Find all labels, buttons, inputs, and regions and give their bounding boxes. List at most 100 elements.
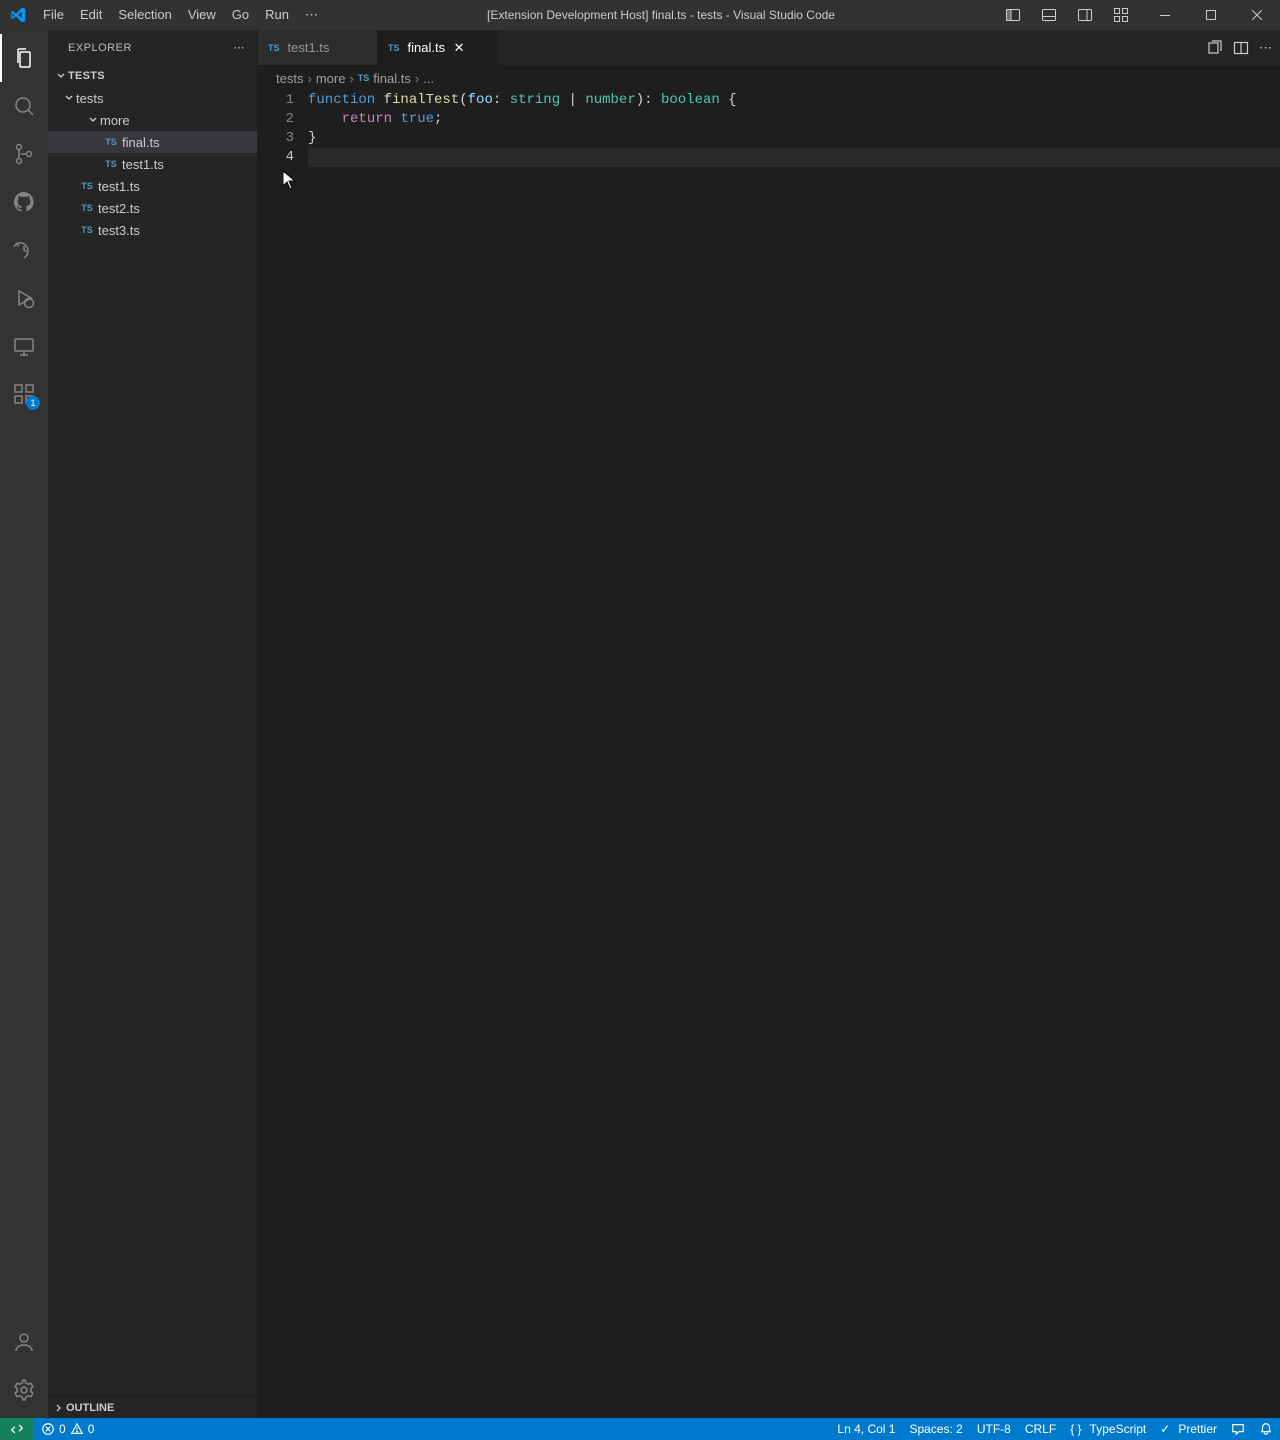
toggle-primary-sidebar-icon[interactable] [996,0,1030,30]
activity-explorer-icon[interactable] [0,34,48,82]
line-gutter: 1 2 3 4 [258,91,308,1418]
outline-section[interactable]: OUTLINE [48,1396,257,1418]
ts-file-icon: TS [100,159,122,169]
code-line[interactable]: return true; [308,110,1280,129]
vscode-logo-icon [0,7,35,23]
ts-file-icon: TS [100,137,122,147]
file-test1[interactable]: TS test1.ts [48,175,257,197]
file-final-ts[interactable]: TS final.ts [48,131,257,153]
split-editor-icon[interactable] [1233,40,1249,56]
breadcrumb-label: final.ts [373,71,411,86]
file-label: test3.ts [98,223,140,238]
file-test3[interactable]: TS test3.ts [48,219,257,241]
status-encoding[interactable]: UTF-8 [970,1418,1018,1440]
chevron-right-icon [52,1402,66,1414]
title-layout-actions [996,0,1142,30]
more-actions-icon[interactable]: ⋯ [1259,40,1272,56]
folder-more[interactable]: more [48,109,257,131]
activity-extensions-icon[interactable]: 1 [0,370,48,418]
ts-file-icon: TS [388,43,400,53]
code-line[interactable]: function finalTest(foo: string | number)… [308,91,1280,110]
line-number: 4 [258,148,294,167]
chevron-right-icon: › [307,71,311,86]
remote-indicator[interactable] [0,1418,34,1440]
title-bar: File Edit Selection View Go Run ⋯ [Exten… [0,0,1280,30]
tree-root-label: TESTS [68,70,105,82]
file-test1-nested[interactable]: TS test1.ts [48,153,257,175]
activity-bar: 1 [0,30,48,1418]
activity-search-icon[interactable] [0,82,48,130]
status-eol[interactable]: CRLF [1018,1418,1063,1440]
activity-timeline-icon[interactable] [0,226,48,274]
status-bell-icon[interactable] [1252,1418,1280,1440]
breadcrumb-file[interactable]: TSfinal.ts [358,71,411,86]
outline-label: OUTLINE [66,1402,114,1414]
error-count: 0 [59,1422,66,1436]
sidebar-more-icon[interactable]: ⋯ [234,41,246,54]
breadcrumb-item[interactable]: more [316,71,346,86]
activity-debug-icon[interactable] [0,274,48,322]
tab-label: test1.ts [288,40,330,55]
file-label: test1.ts [98,179,140,194]
chevron-right-icon: › [349,71,353,86]
file-label: test1.ts [122,157,164,172]
line-number: 1 [258,91,294,110]
activity-account-icon[interactable] [0,1318,48,1366]
maximize-button[interactable] [1188,0,1234,30]
status-feedback-icon[interactable] [1224,1418,1252,1440]
file-label: test2.ts [98,201,140,216]
status-bar: 0 0 Ln 4, Col 1 Spaces: 2 UTF-8 CRLF { }… [0,1418,1280,1440]
folder-label: more [100,113,130,128]
status-prettier[interactable]: ✓Prettier [1153,1418,1224,1440]
toggle-panel-icon[interactable] [1032,0,1066,30]
tab-bar: TS test1.ts ✕ TS final.ts ✕ ⋯ [258,30,1280,65]
menu-file[interactable]: File [35,0,72,30]
code-editor[interactable]: 1 2 3 4 function finalTest(foo: string |… [258,91,1280,1418]
tab-label: final.ts [408,40,446,55]
menu-go[interactable]: Go [224,0,257,30]
line-number: 3 [258,129,294,148]
tree-root[interactable]: TESTS [48,65,257,87]
menu-view[interactable]: View [180,0,224,30]
menu-run[interactable]: Run [257,0,297,30]
customize-layout-icon[interactable] [1104,0,1138,30]
status-indentation[interactable]: Spaces: 2 [902,1418,969,1440]
code-line[interactable] [308,148,1280,167]
file-test2[interactable]: TS test2.ts [48,197,257,219]
toggle-secondary-sidebar-icon[interactable] [1068,0,1102,30]
open-changes-icon[interactable] [1207,40,1223,56]
editor-actions: ⋯ [1199,30,1280,65]
breadcrumb-symbol[interactable]: ... [423,71,434,86]
activity-source-control-icon[interactable] [0,130,48,178]
activity-remote-icon[interactable] [0,322,48,370]
explorer-sidebar: EXPLORER ⋯ TESTS tests more TS final.ts … [48,30,258,1418]
activity-settings-icon[interactable] [0,1366,48,1414]
code-line[interactable]: } [308,129,1280,148]
tab-test1[interactable]: TS test1.ts ✕ [258,30,378,65]
menu-selection[interactable]: Selection [110,0,179,30]
tab-final[interactable]: TS final.ts ✕ [378,30,498,65]
minimize-button[interactable] [1142,0,1188,30]
close-icon[interactable]: ✕ [451,40,467,56]
code-content[interactable]: function finalTest(foo: string | number)… [308,91,1280,1418]
folder-label: tests [76,91,103,106]
folder-tests[interactable]: tests [48,87,257,109]
extensions-badge: 1 [26,396,40,410]
file-label: final.ts [122,135,160,150]
status-errors[interactable]: 0 0 [34,1418,101,1440]
chevron-right-icon: › [415,71,419,86]
close-button[interactable] [1234,0,1280,30]
breadcrumb[interactable]: tests › more › TSfinal.ts › ... [258,65,1280,91]
activity-github-icon[interactable] [0,178,48,226]
chevron-down-icon [54,70,68,82]
chevron-down-icon [62,92,76,104]
breadcrumb-item[interactable]: tests [276,71,303,86]
menu-edit[interactable]: Edit [72,0,110,30]
sidebar-header: EXPLORER ⋯ [48,30,257,65]
menu-bar: File Edit Selection View Go Run ⋯ [35,0,326,30]
status-cursor-position[interactable]: Ln 4, Col 1 [830,1418,902,1440]
main-area: 1 EXPLORER ⋯ TESTS tests more [0,30,1280,1418]
window-title: [Extension Development Host] final.ts - … [326,8,996,22]
menu-more[interactable]: ⋯ [297,0,326,30]
status-language[interactable]: { }TypeScript [1063,1418,1153,1440]
